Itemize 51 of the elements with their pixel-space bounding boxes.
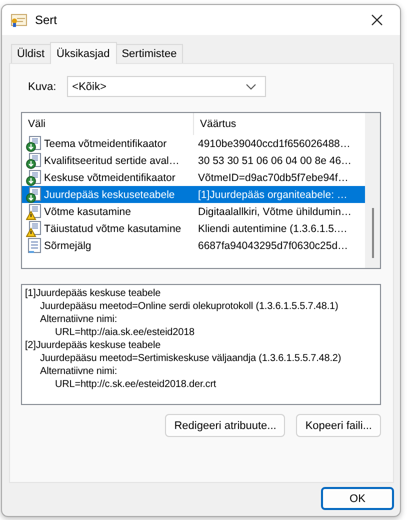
document-icon — [26, 238, 42, 254]
field-row[interactable]: Kvalifitseeritud sertide aval… 30 53 30 51 06 06 04 00 8e 46… — [22, 152, 365, 169]
field-row[interactable]: Juurdepääs keskuseteabele [1]Juurdepääs organiteabele: … — [22, 186, 365, 203]
close-icon — [371, 14, 383, 26]
field-name: Täiustatud võtme kasutamine — [44, 222, 182, 234]
certificate-download-icon — [26, 186, 42, 202]
show-label: Kuva: — [28, 80, 56, 92]
show-dropdown[interactable]: <Kõik> — [67, 76, 266, 97]
certificate-download-icon — [26, 152, 42, 168]
field-row[interactable]: Teema võtmeidentifikaator 4910be39040ccd1f656026488… — [22, 135, 365, 152]
certificate-icon — [11, 13, 27, 27]
detail-line: [2]Juurdepääs keskuse teabele — [25, 339, 162, 352]
field-row[interactable]: Võtme kasutamine Digitaalallkiri, Võtme ühildumin… — [22, 203, 365, 220]
certificate-download-icon — [26, 170, 42, 186]
field-value: Digitaalallkiri, Võtme ühildumin… — [197, 206, 352, 218]
field-row[interactable]: Sõrmejälg 6687fa94043295d7f0630c25d… — [22, 237, 365, 254]
field-row[interactable]: Keskuse võtmeidentifikaator VõtmeID=d9ac70db5f7ebe94f… — [22, 169, 365, 186]
tab[interactable]: Üldist — [11, 44, 51, 63]
scrollbar[interactable] — [365, 113, 380, 268]
detail-line: Alternatiivne nimi: — [39, 365, 118, 378]
field-row[interactable]: Täiustatud võtme kasutamine Kliendi autentimine (1.3.6.1.5.… — [22, 220, 365, 237]
field-value: Kliendi autentimine (1.3.6.1.5.… — [197, 222, 348, 234]
window-title: Sert — [35, 13, 58, 27]
action-button[interactable]: Kopeeri faili... — [296, 414, 381, 437]
detail-line: URL=http://aia.sk.ee/esteid2018 — [54, 326, 196, 339]
tab[interactable]: Üksikasjad — [50, 42, 117, 64]
tab[interactable]: Sertimistee — [116, 44, 183, 63]
detail-line: [1]Juurdepääs keskuse teabele — [25, 287, 162, 300]
field-name: Kvalifitseeritud sertide aval… — [44, 154, 180, 166]
column-header[interactable]: Väärtus — [194, 113, 236, 135]
ok-button[interactable]: OK — [321, 487, 394, 510]
field-value: VõtmeID=d9ac70db5f7ebe94f… — [197, 172, 348, 184]
certificate-warning-icon — [26, 204, 42, 220]
action-button[interactable]: Redigeeri atribuute... — [165, 414, 286, 437]
detail-line: Alternatiivne nimi: — [39, 313, 118, 326]
detail-line: URL=http://c.sk.ee/esteid2018.der.crt — [54, 378, 218, 391]
certificate-warning-icon — [26, 220, 42, 236]
field-value: 30 53 30 51 06 06 04 00 8e 46… — [197, 154, 352, 166]
field-value: 4910be39040ccd1f656026488… — [197, 138, 350, 150]
chevron-down-icon — [246, 84, 256, 90]
field-name: Keskuse võtmeidentifikaator — [44, 172, 176, 184]
field-name: Teema võtmeidentifikaator — [44, 138, 168, 150]
certificate-download-icon — [26, 136, 42, 152]
detail-line: Juurdepääsu meetod=Sertimiskeskuse väljaandja (1.3.6.1.5.5.7.48.2) — [39, 352, 342, 365]
field-value: 6687fa94043295d7f0630c25d… — [197, 240, 348, 252]
field-name: Juurdepääs keskuseteabele — [44, 188, 176, 200]
detail-line: Juurdepääsu meetod=Online serdi olekuprotokoll (1.3.6.1.5.5.7.48.1) — [39, 300, 340, 313]
field-name: Sõrmejälg — [44, 240, 92, 252]
field-name: Võtme kasutamine — [44, 206, 132, 218]
column-header[interactable]: Väli — [22, 113, 194, 135]
field-value: [1]Juurdepääs organiteabele: … — [197, 188, 348, 200]
